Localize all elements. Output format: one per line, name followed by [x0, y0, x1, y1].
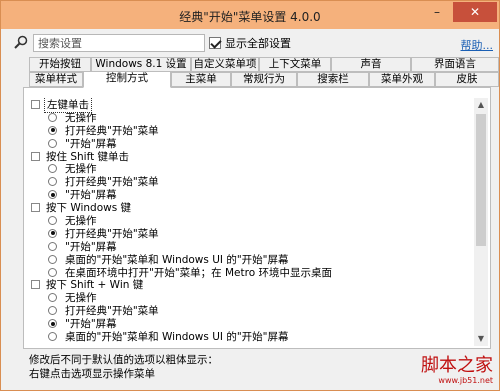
- footer-line-right-click-hint: 右键点击选项显示操作菜单: [29, 368, 155, 380]
- show-all-settings[interactable]: 显示全部设置: [209, 36, 291, 50]
- watermark: 脚本之家 www.jb51.net: [397, 351, 493, 389]
- scroll-down-arrow-icon[interactable]: ▼: [474, 332, 488, 346]
- tab-sounds[interactable]: 声音: [331, 57, 411, 72]
- vertical-scrollbar[interactable]: ▲ ▼: [474, 98, 488, 346]
- radio-button[interactable]: [48, 190, 57, 200]
- group-settings-icon: [31, 151, 40, 161]
- scroll-thumb[interactable]: [476, 114, 486, 246]
- footer-line-bold-hint: 修改后不同于默认值的选项以粗体显示：: [29, 354, 218, 366]
- search-input[interactable]: [33, 34, 205, 52]
- watermark-url: www.jb51.net: [438, 376, 493, 385]
- help-link[interactable]: 帮助...: [461, 37, 494, 53]
- footer-hints: 修改后不同于默认值的选项以粗体显示： 右键点击选项显示操作菜单: [29, 353, 389, 381]
- title-bar[interactable]: 经典"开始"菜单设置 4.0.0 – ✕: [1, 1, 499, 29]
- tab-start-button[interactable]: 开始按钮: [29, 57, 91, 72]
- radio-button[interactable]: [48, 241, 57, 251]
- group-settings-icon: [31, 203, 40, 213]
- radio-button[interactable]: [48, 177, 57, 187]
- radio-button[interactable]: [48, 331, 57, 341]
- radio-button[interactable]: [48, 293, 57, 303]
- tab-context-menu[interactable]: 上下文菜单: [259, 57, 331, 72]
- group-settings-icon: [31, 280, 40, 290]
- watermark-title: 脚本之家: [421, 355, 493, 376]
- show-all-checkbox[interactable]: [209, 37, 221, 49]
- radio-button[interactable]: [48, 215, 57, 225]
- radio-button[interactable]: [48, 228, 57, 238]
- options-list: 左键单击 无操作 打开经典"开始"菜单 "开始"屏幕 按住 Shift 键单击 无操作 打开…: [28, 98, 468, 348]
- radio-button[interactable]: [48, 125, 57, 135]
- tab-menu-style[interactable]: 菜单样式: [29, 72, 83, 87]
- radio-button[interactable]: [48, 319, 57, 329]
- tab-custom-items[interactable]: 自定义菜单项: [191, 57, 259, 72]
- radio-button[interactable]: [48, 112, 57, 122]
- tab-menu-look[interactable]: 菜单外观: [369, 72, 435, 87]
- tab-language[interactable]: 界面语言: [411, 57, 499, 72]
- settings-panel: 左键单击 无操作 打开经典"开始"菜单 "开始"屏幕 按住 Shift 键单击 无操作 打开…: [23, 87, 491, 349]
- radio-button[interactable]: [48, 164, 57, 174]
- tab-strip: 开始按钮 Windows 8.1 设置 自定义菜单项 上下文菜单 声音 界面语言…: [29, 57, 499, 89]
- tab-controls[interactable]: 控制方式: [83, 71, 171, 88]
- radio-button[interactable]: [48, 254, 57, 264]
- tab-general-behavior[interactable]: 常规行为: [231, 72, 297, 87]
- radio-button[interactable]: [48, 267, 57, 277]
- radio-button[interactable]: [48, 138, 57, 148]
- settings-window: 经典"开始"菜单设置 4.0.0 – ✕ 显示全部设置 帮助... 开始按钮 W…: [0, 0, 500, 391]
- group-settings-icon: [31, 99, 40, 109]
- radio-option[interactable]: 桌面的"开始"菜单和 Windows UI 的"开始"屏幕: [28, 330, 468, 343]
- radio-button[interactable]: [48, 306, 57, 316]
- search-icon: [14, 35, 28, 49]
- search-row: 显示全部设置 帮助...: [1, 31, 499, 55]
- tab-windows81[interactable]: Windows 8.1 设置: [91, 57, 191, 72]
- scroll-up-arrow-icon[interactable]: ▲: [474, 98, 488, 112]
- tab-search-box[interactable]: 搜索栏: [297, 72, 369, 87]
- minimize-button[interactable]: –: [425, 2, 449, 22]
- close-button[interactable]: ✕: [453, 2, 497, 22]
- tab-skin[interactable]: 皮肤: [435, 72, 499, 87]
- show-all-label: 显示全部设置: [225, 37, 291, 50]
- radio-option-label: 桌面的"开始"菜单和 Windows UI 的"开始"屏幕: [65, 330, 289, 343]
- tab-main-menu[interactable]: 主菜单: [171, 72, 231, 87]
